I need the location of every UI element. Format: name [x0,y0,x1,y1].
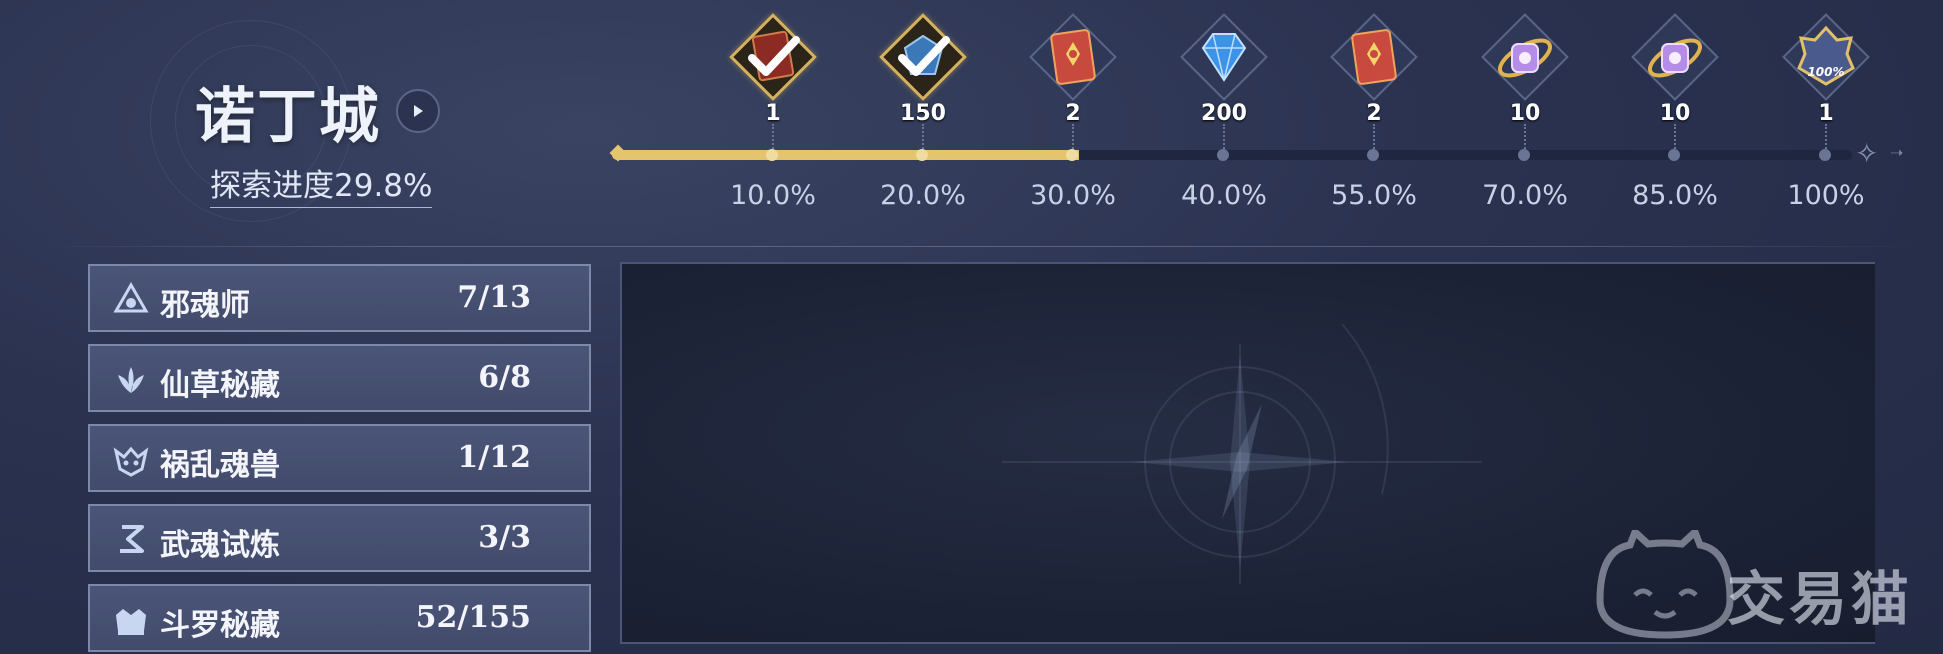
category-item[interactable]: 仙草秘藏 6/8 [88,344,591,412]
svg-text:100%: 100% [1807,65,1844,79]
category-name: 祸乱魂兽 [160,448,280,483]
milestone-percent: 10.0% [730,180,816,211]
reward-icon-box[interactable] [1481,13,1569,101]
milestone-node [1819,149,1831,161]
reward-milestone[interactable]: 150 20.0% [858,0,988,220]
watermark-text: 交易猫 [1727,565,1914,633]
reward-count: 2 [1366,101,1382,126]
milestone-stem [772,124,774,152]
reward-count: 200 [1201,101,1247,126]
milestone-stem [1825,124,1827,152]
reward-icon-box[interactable] [729,13,817,101]
milestone-node [1066,149,1078,161]
reward-icon-box[interactable] [1029,13,1117,101]
milestone-percent: 55.0% [1331,180,1417,211]
category-name: 武魂试炼 [160,528,280,563]
reward-icon-box[interactable] [1631,13,1719,101]
milestone-node [766,149,778,161]
milestone-percent: 100% [1787,180,1865,211]
reward-count: 150 [900,101,946,126]
milestone-node [1518,149,1530,161]
milestone-percent: 30.0% [1030,180,1116,211]
milestone-stem [1524,124,1526,152]
category-count: 3/3 [478,520,531,555]
rampaging-beast-icon [112,441,150,479]
milestone-percent: 40.0% [1181,180,1267,211]
category-count: 6/8 [478,360,531,395]
city-title: 诺丁城 [195,82,381,152]
herb-treasure-icon [112,361,150,399]
reward-count: 1 [765,101,781,126]
category-count: 52/155 [415,600,531,635]
category-name: 仙草秘藏 [160,368,280,403]
milestone-node [1367,149,1379,161]
reward-milestone[interactable]: 1 10.0% [708,0,838,220]
milestone-stem [1373,124,1375,152]
milestone-node [916,149,928,161]
exploration-progress[interactable]: 探索进度29.8% [210,160,433,208]
category-count: 1/12 [457,440,531,475]
reward-icon-box[interactable] [1330,13,1418,101]
reward-count: 10 [1509,101,1541,126]
city-detail-button[interactable] [396,89,440,133]
reward-icon-box[interactable] [879,13,967,101]
milestone-stem [922,124,924,152]
reward-icon-box[interactable] [1180,13,1268,101]
milestone-percent: 70.0% [1482,180,1568,211]
milestone-node [1217,149,1229,161]
reward-milestone[interactable]: 2 55.0% [1309,0,1439,220]
milestone-stem [1674,124,1676,152]
milestone-node [1668,149,1680,161]
reward-milestone[interactable]: 10 70.0% [1460,0,1590,220]
milestone-stem [1072,124,1074,152]
category-name: 斗罗秘藏 [160,608,280,643]
reward-milestone[interactable]: 100% 1 100% [1761,0,1891,220]
reward-count: 2 [1065,101,1081,126]
category-count: 7/13 [457,280,531,315]
reward-milestone[interactable]: 10 85.0% [1610,0,1740,220]
category-name: 邪魂师 [160,288,250,323]
track-end-arrow-icon: ➝ [1890,143,1904,162]
milestone-percent: 20.0% [880,180,966,211]
reward-milestone[interactable]: 2 30.0% [1008,0,1138,220]
category-item[interactable]: 斗罗秘藏 52/155 [88,584,591,652]
douluo-treasure-icon [112,601,150,639]
play-icon [414,105,423,117]
category-item[interactable]: 武魂试炼 3/3 [88,504,591,572]
category-item[interactable]: 祸乱魂兽 1/12 [88,424,591,492]
milestone-percent: 85.0% [1632,180,1718,211]
martial-trial-icon [112,521,150,559]
category-item[interactable]: 邪魂师 7/13 [88,264,591,332]
header-divider [30,246,1913,247]
reward-milestone[interactable]: 200 40.0% [1159,0,1289,220]
reward-icon-box[interactable]: 100% [1782,13,1870,101]
reward-count: 1 [1818,101,1834,126]
category-list: 邪魂师 7/13 仙草秘藏 6/8 祸乱魂兽 1/12 武魂试炼 3/3 斗罗秘… [88,264,591,654]
reward-count: 10 [1659,101,1691,126]
milestone-stem [1223,124,1225,152]
evil-soul-master-icon [112,281,150,319]
